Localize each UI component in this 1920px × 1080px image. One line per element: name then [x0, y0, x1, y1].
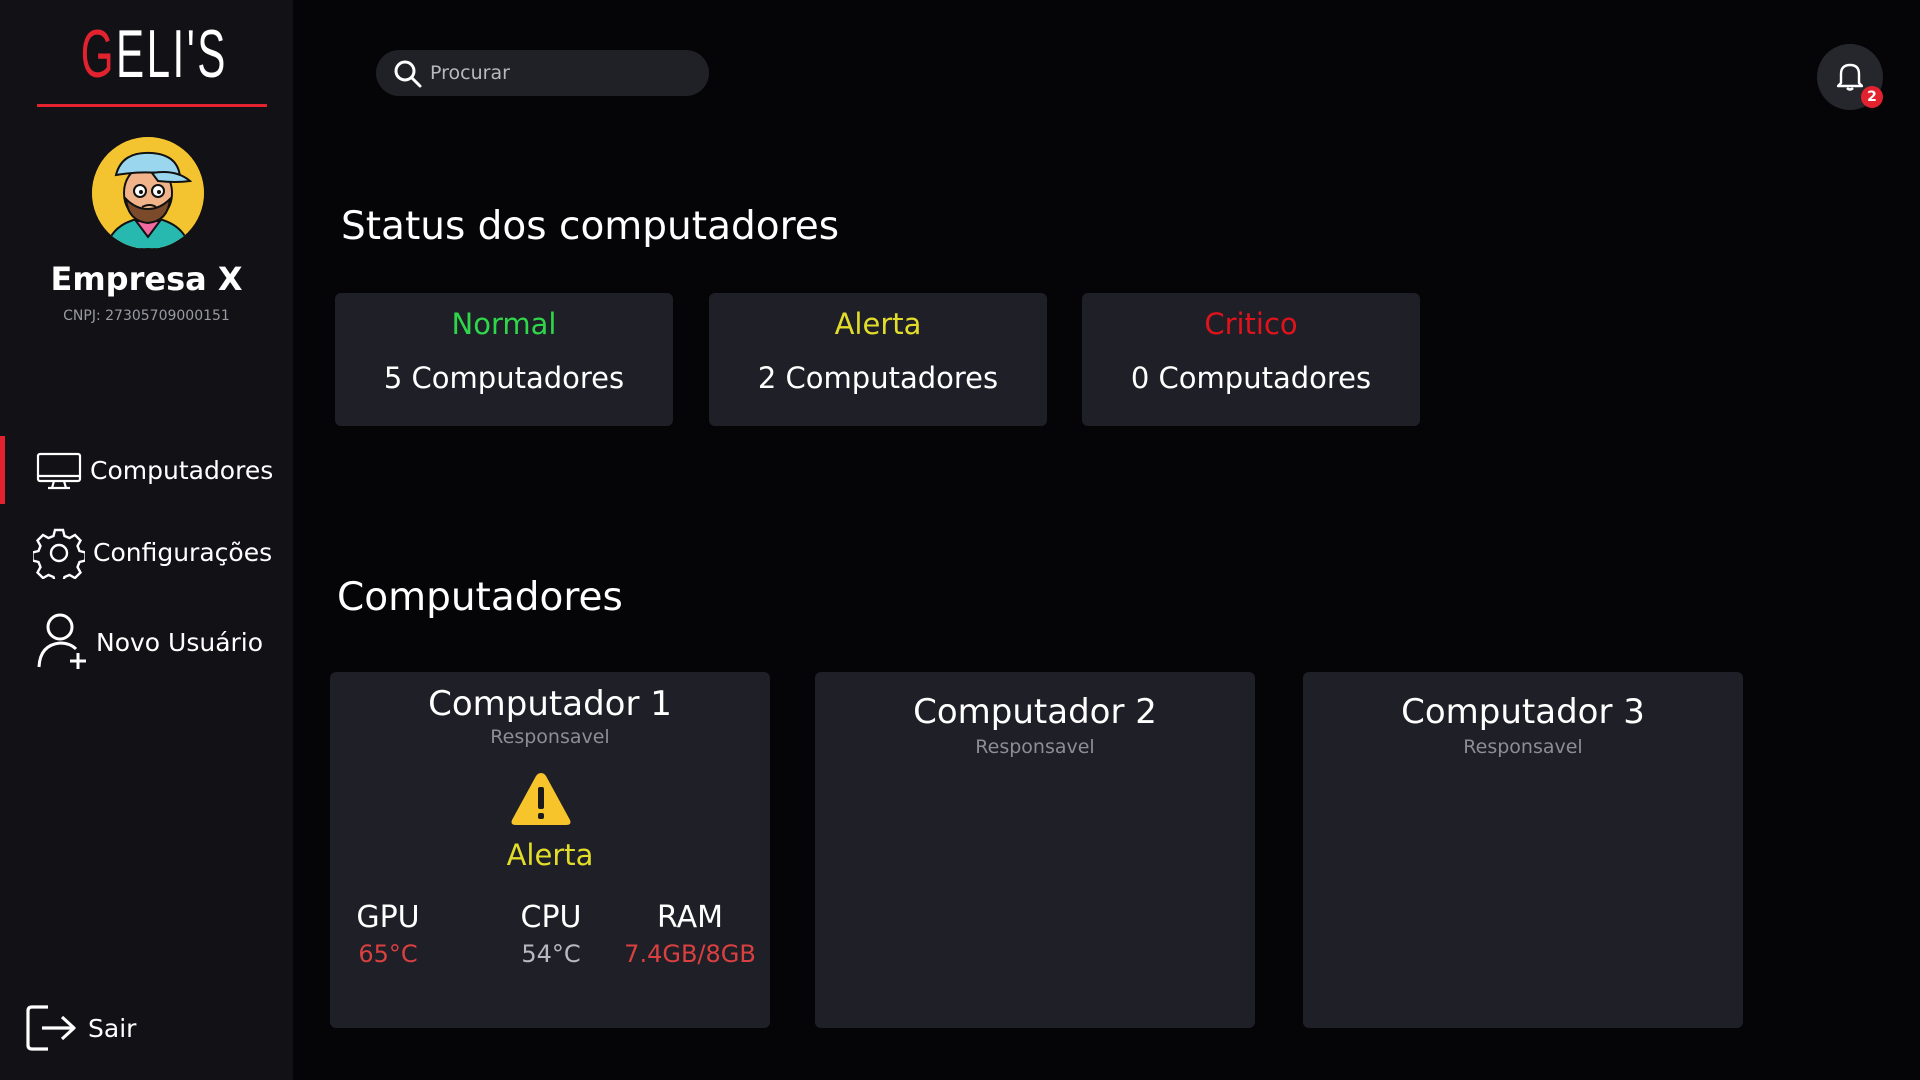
logo[interactable]: GELI'S — [37, 14, 267, 107]
logout-label: Sair — [88, 1013, 137, 1043]
computer-card-2[interactable]: Computador 2 Responsavel — [815, 672, 1255, 1028]
gear-icon — [31, 527, 87, 585]
status-count: 0 Computadores — [1130, 361, 1372, 395]
search-icon — [393, 59, 423, 93]
metric-value-ram: 7.4GB/8GB — [624, 940, 756, 968]
metric-value-gpu: 65°C — [358, 940, 418, 968]
search-input[interactable] — [430, 58, 690, 88]
computer-card-3[interactable]: Computador 3 Responsavel — [1303, 672, 1743, 1028]
company-name: Empresa X — [50, 260, 243, 298]
avatar[interactable] — [92, 137, 204, 249]
sidebar: GELI'S Empresa X CNPJ: 27305709000151 Co… — [0, 0, 293, 1080]
computer-responsible: Responsavel — [1463, 736, 1583, 758]
warning-icon — [510, 770, 572, 832]
status-card-normal[interactable]: Normal 5 Computadores — [335, 293, 673, 426]
add-user-icon — [36, 611, 90, 675]
metric-value-cpu: 54°C — [521, 940, 581, 968]
computer-title: Computador 3 — [1401, 692, 1645, 732]
sidebar-item-computadores[interactable]: Computadores — [0, 438, 293, 502]
logout-icon — [24, 1003, 78, 1057]
sidebar-item-label: Configurações — [93, 537, 273, 567]
computer-title: Computador 2 — [913, 692, 1157, 732]
status-card-critico[interactable]: Critico 0 Computadores — [1082, 293, 1420, 426]
status-label: Critico — [1204, 307, 1298, 341]
sidebar-item-label: Computadores — [90, 455, 274, 485]
computer-status: Alerta — [506, 838, 594, 872]
computer-responsible: Responsavel — [975, 736, 1095, 758]
logo-underline — [37, 104, 267, 107]
computer-title: Computador 1 — [428, 684, 672, 724]
status-count: 2 Computadores — [757, 361, 999, 395]
computers-section-title: Computadores — [337, 575, 623, 620]
logo-text: GELI'S — [80, 16, 228, 92]
computer-card-1[interactable]: Computador 1 Responsavel Alerta GPU 65°C… — [330, 672, 770, 1028]
status-label: Normal — [451, 307, 557, 341]
status-card-alerta[interactable]: Alerta 2 Computadores — [709, 293, 1047, 426]
search-bar[interactable] — [376, 50, 709, 96]
bell-icon — [1836, 61, 1864, 95]
sidebar-item-novo-usuario[interactable]: Novo Usuário — [0, 610, 293, 674]
status-label: Alerta — [834, 307, 922, 341]
metric-label-ram: RAM — [656, 900, 724, 935]
sidebar-item-label: Novo Usuário — [96, 627, 264, 657]
notifications-button[interactable]: 2 — [1817, 44, 1883, 110]
notification-badge: 2 — [1861, 86, 1883, 108]
computer-responsible: Responsavel — [490, 726, 610, 748]
metric-label-cpu: CPU — [520, 900, 582, 935]
monitor-icon — [36, 452, 82, 494]
company-cnpj: CNPJ: 27305709000151 — [63, 308, 230, 324]
sidebar-item-configuracoes[interactable]: Configurações — [0, 520, 293, 585]
status-section-title: Status dos computadores — [341, 204, 840, 249]
status-count: 5 Computadores — [383, 361, 625, 395]
metric-label-gpu: GPU — [356, 900, 420, 935]
logout-button[interactable]: Sair — [0, 996, 293, 1060]
